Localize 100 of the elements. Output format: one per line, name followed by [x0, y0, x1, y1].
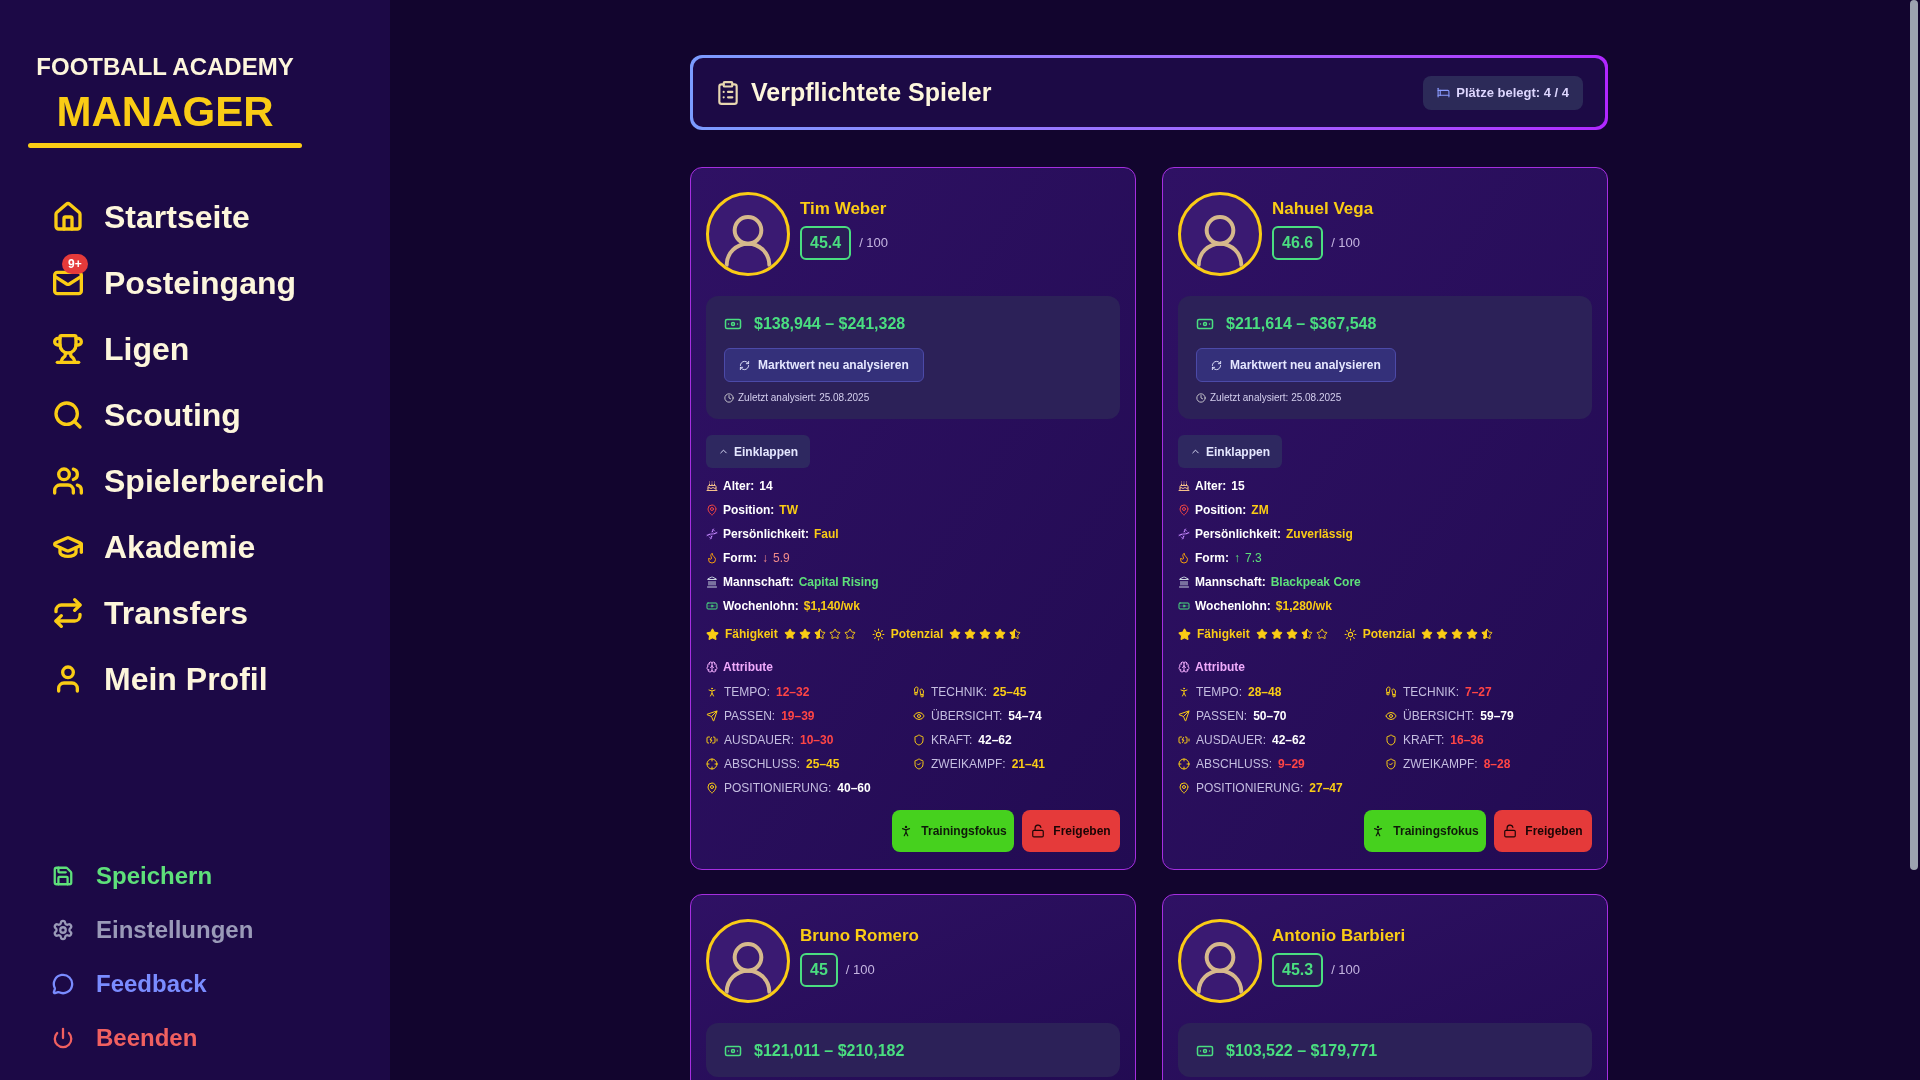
attribute-value: 12–32 [776, 684, 810, 701]
training-focus-button[interactable]: Trainingsfokus [892, 810, 1014, 852]
attribute-value: 54–74 [1008, 708, 1042, 725]
nav-item[interactable]: Spielerbereich [52, 452, 362, 510]
attribute-value: 42–62 [978, 732, 1012, 749]
attribute-label: ABSCHLUSS: [724, 756, 801, 773]
refresh-icon [1211, 359, 1222, 371]
star-icon [1436, 628, 1449, 640]
rating-label: Fähigkeit [1197, 626, 1250, 643]
star-icon [1466, 628, 1479, 640]
attribute-value: 25–45 [806, 756, 840, 773]
detail-label: Wochenlohn: [1195, 598, 1271, 615]
attribute-value: 42–62 [1272, 732, 1306, 749]
sun-icon [1343, 627, 1357, 641]
paper-plane-icon [1178, 710, 1190, 722]
nav-item[interactable]: Ligen [52, 320, 362, 378]
star-icon [798, 628, 811, 640]
attribute-label: ZWEIKAMPF: [1403, 756, 1478, 773]
pin-icon [1178, 504, 1190, 516]
reanalyze-button[interactable]: Marktwert neu analysieren [1196, 348, 1396, 382]
attribute-label: ABSCHLUSS: [1196, 756, 1273, 773]
clipboard-icon [715, 79, 741, 106]
release-button[interactable]: Freigeben [1494, 810, 1592, 852]
half-star-icon [1481, 628, 1494, 640]
nav-item[interactable]: Posteingang 9+ [52, 254, 362, 312]
power-icon [52, 1027, 74, 1049]
attribute-label: TEMPO: [1196, 684, 1242, 701]
pin-icon [706, 504, 718, 516]
flame-icon [1178, 552, 1190, 564]
attribute-label: PASSEN: [1196, 708, 1248, 725]
rating-badge: 45 [800, 952, 838, 987]
runner-icon [706, 686, 718, 698]
rating-badge: 45.4 [800, 225, 852, 260]
sidebar-action[interactable]: Beenden [52, 1016, 390, 1060]
unlock-icon [1031, 824, 1046, 838]
attribute-label: KRAFT: [1403, 732, 1445, 749]
crosshair-icon [706, 758, 718, 770]
detail-label: Alter: [723, 478, 755, 495]
attribute-label: TECHNIK: [931, 684, 987, 701]
sidebar-action[interactable]: Feedback [52, 962, 390, 1006]
paper-plane-icon [706, 710, 718, 722]
clock-icon [1196, 392, 1206, 403]
detail-label: Mannschaft: [1195, 574, 1266, 591]
attribute-label: KRAFT: [931, 732, 973, 749]
rating-label: Fähigkeit [725, 626, 778, 643]
rating-max: / 100 [1331, 233, 1361, 252]
attribute-label: TEMPO: [724, 684, 770, 701]
attribute-value: 28–48 [1248, 684, 1282, 701]
detail-value: TW [779, 502, 798, 519]
logo-subtitle: FOOTBALL ACADEMY [36, 55, 294, 79]
empty-star-icon [843, 628, 856, 640]
bed-icon [1437, 86, 1451, 99]
trend-arrow: ↓ [762, 550, 768, 567]
detail-value: 7.3 [1245, 550, 1262, 567]
detail-value: ZM [1251, 502, 1269, 519]
release-button[interactable]: Freigeben [1022, 810, 1120, 852]
attribute-label: AUSDAUER: [724, 732, 794, 749]
eye-icon [913, 710, 925, 722]
attribute-label: POSITIONIERUNG: [724, 780, 832, 797]
star-icon [706, 627, 719, 641]
star-icon [1178, 627, 1191, 641]
player-name: Nahuel Vega [1272, 198, 1374, 220]
notification-badge: 9+ [62, 254, 88, 274]
reanalyze-button[interactable]: Marktwert neu analysieren [724, 348, 924, 382]
nav-item[interactable]: Scouting [52, 386, 362, 444]
market-value: $211,614 – $367,548 [1226, 314, 1377, 334]
attribute-label: ZWEIKAMPF: [931, 756, 1006, 773]
nav-item[interactable]: Transfers [52, 584, 362, 642]
attributes-heading: Attribute [723, 659, 773, 676]
settings-icon [52, 919, 74, 941]
star-icon [1270, 628, 1283, 640]
training-focus-button[interactable]: Trainingsfokus [1364, 810, 1486, 852]
collapse-button[interactable]: Einklappen [1178, 435, 1282, 468]
pin-icon [1178, 782, 1190, 794]
sidebar-action[interactable]: Einstellungen [52, 908, 390, 952]
last-analyzed-text: Zuletzt analysiert: 25.08.2025 [1210, 391, 1342, 405]
market-value: $121,011 – $210,182 [754, 1041, 905, 1061]
rating-badge: 46.6 [1272, 225, 1324, 260]
attribute-label: AUSDAUER: [1196, 732, 1266, 749]
detail-label: Persönlichkeit: [1195, 526, 1282, 543]
sidebar-action[interactable]: Speichern [52, 854, 390, 898]
sun-icon [871, 627, 885, 641]
detail-label: Form: [1195, 550, 1229, 567]
detail-value: Capital Rising [798, 574, 879, 591]
banknote-icon [1178, 600, 1190, 612]
attributes-heading: Attribute [1195, 659, 1245, 676]
dna-icon [706, 528, 718, 540]
shield-icon [913, 734, 925, 746]
star-icon [964, 628, 977, 640]
nav-item[interactable]: Mein Profil [52, 650, 362, 708]
nav-item[interactable]: Akademie [52, 518, 362, 576]
detail-value: Zuverlässig [1286, 526, 1353, 543]
nav-item[interactable]: Startseite [52, 188, 362, 246]
player-name: Tim Weber [800, 198, 888, 220]
stadium-icon [706, 576, 718, 588]
detail-label: Alter: [1195, 478, 1227, 495]
stadium-icon [1178, 576, 1190, 588]
attribute-value: 59–79 [1480, 708, 1514, 725]
collapse-button[interactable]: Einklappen [706, 435, 810, 468]
half-star-icon [1300, 628, 1313, 640]
